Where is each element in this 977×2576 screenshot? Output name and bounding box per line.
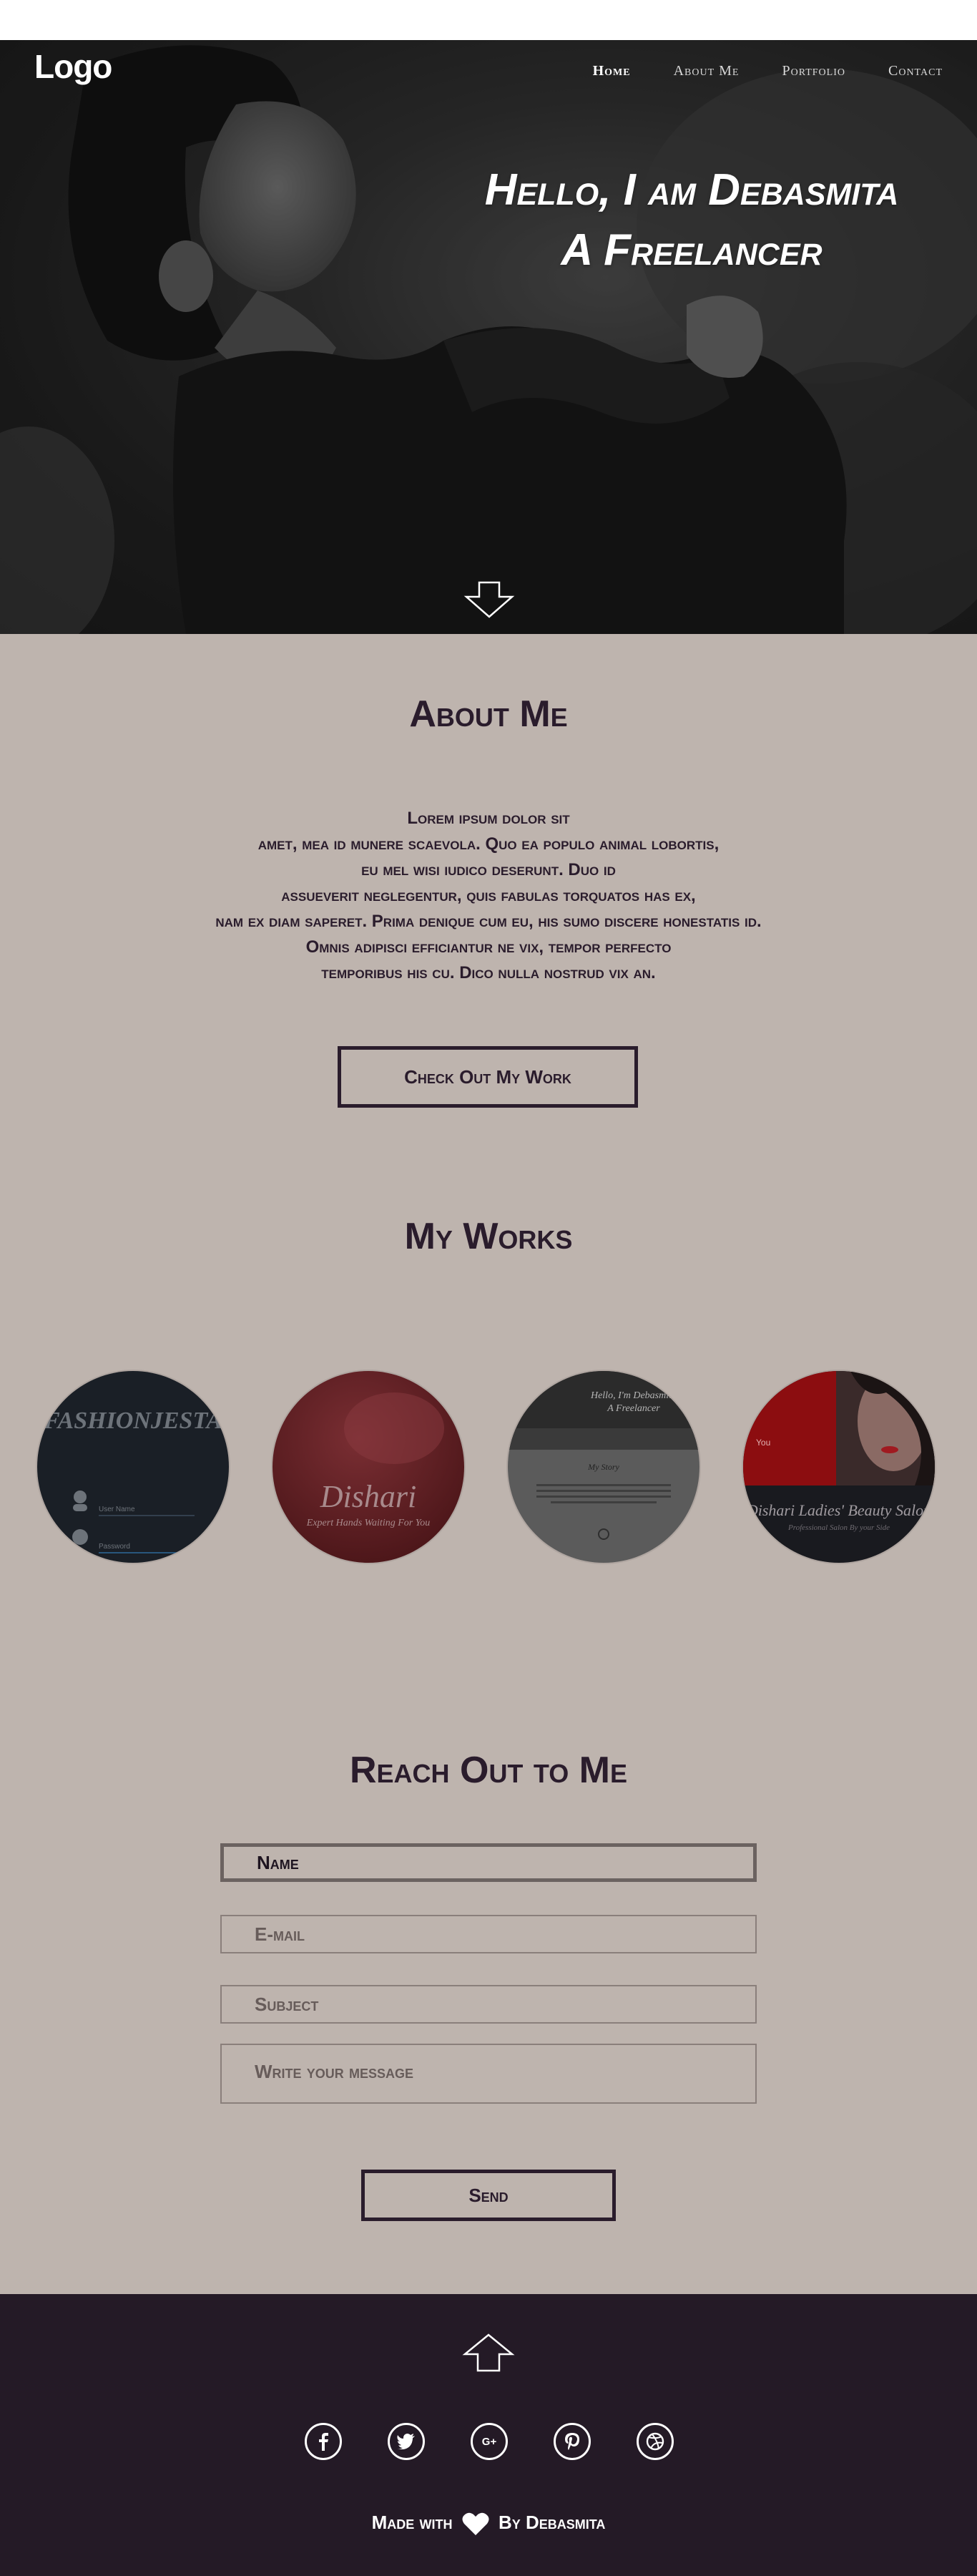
dribbble-icon[interactable]: [637, 2423, 674, 2460]
work-heading: Hello, I'm Debasmita: [590, 1390, 677, 1401]
nav-about-me[interactable]: About Me: [674, 63, 740, 79]
google-plus-icon[interactable]: G+: [471, 2423, 508, 2460]
hero-title: Hello, I am Debasmita A Freelancer: [429, 160, 954, 280]
about-line: Lorem ipsum dolor sit: [407, 809, 570, 828]
work-heading: FASHIONJESTA: [43, 1407, 222, 1434]
site-logo[interactable]: Logo: [34, 47, 112, 86]
work-field-label: User Name: [99, 1506, 135, 1513]
main-content: About Me Lorem ipsum dolor sit amet, mea…: [0, 634, 977, 2294]
hero-title-line2: A Freelancer: [561, 225, 823, 275]
email-field[interactable]: [220, 1915, 757, 1953]
pinterest-icon[interactable]: [554, 2423, 591, 2460]
about-line: nam ex diam saperet. Prima denique cum e…: [215, 912, 762, 931]
footer-credit: Made with By Debasmita: [0, 2512, 977, 2536]
work-tagline: Expert Hands Waiting For You: [306, 1518, 430, 1528]
nav-home[interactable]: Home: [593, 63, 631, 79]
work-tagline: Professional Salon By your Side: [787, 1523, 890, 1532]
work-subheading: My Story: [587, 1462, 619, 1472]
about-line: Omnis adipisci efficiantur ne vix, tempo…: [305, 937, 672, 957]
works-title: My Works: [404, 1216, 573, 1257]
work-thumbnail-portfolio[interactable]: Hello, I'm Debasmita A Freelancer My Sto…: [508, 1371, 699, 1563]
fashionjesta-preview: FASHIONJESTA User Name Password: [37, 1371, 229, 1563]
portfolio-preview: Hello, I'm Debasmita A Freelancer My Sto…: [508, 1371, 699, 1563]
about-line: amet, mea id munere scaevola. Quo ea pop…: [257, 834, 720, 854]
social-links: G+: [305, 2423, 674, 2463]
credit-suffix: By Debasmita: [498, 2512, 606, 2533]
works-gallery: FASHIONJESTA User Name Password Dishari …: [0, 1371, 977, 1564]
arrow-down-icon[interactable]: [463, 580, 515, 620]
send-button[interactable]: Send: [361, 2170, 616, 2221]
nav-portfolio[interactable]: Portfolio: [782, 63, 845, 79]
work-heading: A Freelancer: [607, 1403, 660, 1414]
message-field[interactable]: [220, 2044, 757, 2104]
dishari-preview: Dishari Expert Hands Waiting For You: [273, 1371, 464, 1563]
main-nav: Home About Me Portfolio Contact: [593, 63, 943, 79]
about-title: About Me: [409, 693, 568, 735]
about-line: temporibus his cu. Dico nulla nostrud vi…: [321, 963, 656, 982]
check-out-work-button[interactable]: Check Out My Work: [338, 1046, 638, 1108]
hero-section: Logo Home About Me Portfolio Contact Hel…: [0, 40, 977, 634]
work-thumbnail-dishari[interactable]: Dishari Expert Hands Waiting For You: [273, 1371, 464, 1563]
hero-title-line1: Hello, I am Debasmita: [484, 165, 899, 215]
contact-title: Reach Out to Me: [349, 1750, 627, 1791]
twitter-icon[interactable]: [388, 2423, 425, 2460]
subject-field[interactable]: [220, 1985, 757, 2024]
facebook-icon[interactable]: [305, 2423, 342, 2460]
heart-icon: [462, 2512, 489, 2536]
work-heading: Dishari: [320, 1479, 416, 1514]
work-thumbnail-fashionjesta[interactable]: FASHIONJESTA User Name Password: [37, 1371, 229, 1563]
work-field-label: Password: [99, 1543, 130, 1551]
about-paragraph: Lorem ipsum dolor sit amet, mea id muner…: [131, 806, 846, 986]
name-field[interactable]: [220, 1843, 757, 1882]
work-heading: Dishari Ladies' Beauty Salon: [746, 1501, 931, 1519]
nav-contact[interactable]: Contact: [888, 63, 943, 79]
site-footer: G+ Made with By Debasmita: [0, 2294, 977, 2576]
work-side-text: You: [756, 1438, 770, 1448]
hero-background-photo: [0, 40, 977, 634]
about-line: assueverit neglegentur, quis fabulas tor…: [281, 886, 696, 905]
work-thumbnail-dishari-salon[interactable]: You Dishari Ladies' Beauty Salon Profess…: [743, 1371, 935, 1563]
arrow-up-icon[interactable]: [462, 2333, 515, 2373]
dishari-salon-preview: You Dishari Ladies' Beauty Salon Profess…: [743, 1371, 935, 1563]
about-line: eu mel wisi iudico deserunt. Duo id: [361, 860, 616, 879]
credit-prefix: Made with: [371, 2512, 453, 2533]
